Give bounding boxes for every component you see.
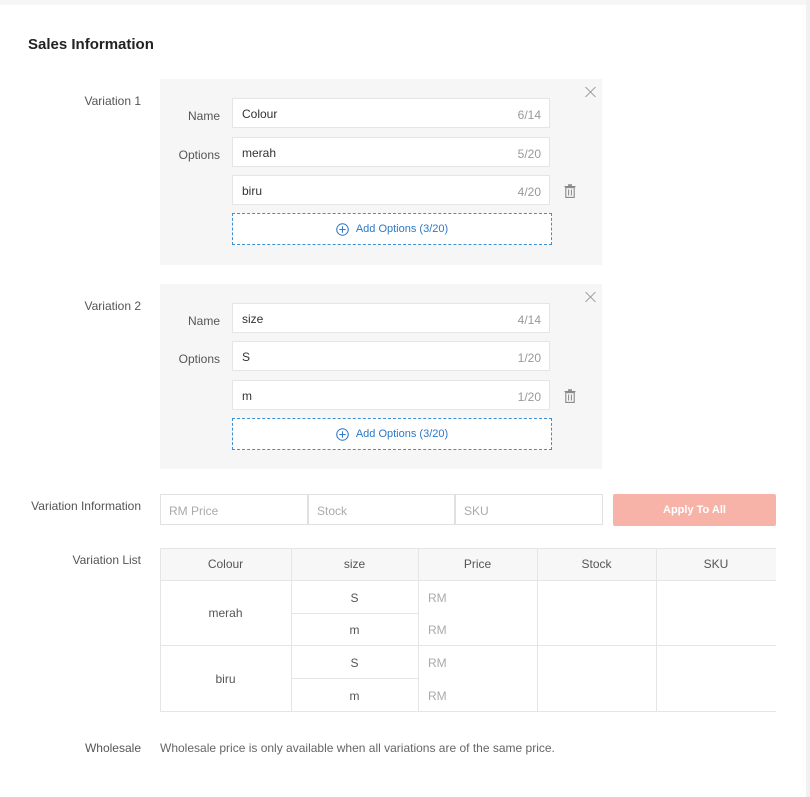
variation-1-option-input[interactable]: merah 5/20 xyxy=(232,137,550,167)
trash-icon[interactable] xyxy=(564,389,576,403)
size-cell: S xyxy=(350,656,359,670)
variation-2-name-value: size xyxy=(242,312,264,326)
stock-cell-input[interactable] xyxy=(537,646,656,712)
sku-placeholder: SKU xyxy=(464,504,489,518)
variation-1-name-value: Colour xyxy=(242,107,278,121)
add-options-button[interactable]: Add Options (3/20) xyxy=(232,418,552,450)
variation-2-name-input[interactable]: size 4/14 xyxy=(232,303,550,333)
variation-2-panel: Name size 4/14 Options S 1/20 m 1/20 Add… xyxy=(160,284,602,469)
variation-1-name-input[interactable]: Colour 6/14 xyxy=(232,98,550,128)
char-counter: 5/20 xyxy=(517,147,541,161)
table-header: Price xyxy=(463,557,492,571)
sku-cell-input[interactable] xyxy=(656,646,776,712)
price-cell-input[interactable]: RM xyxy=(428,623,447,637)
variation-2-label: Variation 2 xyxy=(84,299,141,313)
sku-input[interactable]: SKU xyxy=(455,494,603,525)
stock-cell-input[interactable] xyxy=(537,581,656,645)
plus-circle-icon xyxy=(336,222,349,236)
char-counter: 1/20 xyxy=(517,390,541,404)
variation-2-option-input[interactable]: m 1/20 xyxy=(232,380,550,410)
close-icon[interactable] xyxy=(585,86,597,98)
add-options-label: Add Options (3/20) xyxy=(355,223,449,235)
variation-2-name-label: Name xyxy=(187,314,220,328)
variation-information-label: Variation Information xyxy=(31,499,141,513)
char-counter: 6/14 xyxy=(517,108,541,122)
price-cell-input[interactable]: RM xyxy=(428,689,447,703)
plus-circle-icon xyxy=(336,427,349,441)
option-value: biru xyxy=(242,184,263,198)
stock-input[interactable]: Stock xyxy=(308,494,455,525)
colour-cell: merah xyxy=(208,606,243,620)
apply-to-all-button[interactable]: Apply To All xyxy=(613,494,776,526)
variation-2-option-input[interactable]: S 1/20 xyxy=(232,341,550,371)
table-header: SKU xyxy=(703,557,729,571)
colour-cell: biru xyxy=(215,672,236,686)
variation-list-table: Colour size Price Stock SKU merah S RM m… xyxy=(160,548,776,712)
size-cell: S xyxy=(350,591,359,605)
option-value: merah xyxy=(242,146,277,160)
price-input[interactable]: RM Price xyxy=(160,494,308,525)
price-cell-input[interactable]: RM xyxy=(428,591,447,605)
price-placeholder: RM Price xyxy=(169,504,219,518)
variation-1-panel: Name Colour 6/14 Options merah 5/20 biru… xyxy=(160,79,602,265)
char-counter: 1/20 xyxy=(517,351,541,365)
price-cell-input[interactable]: RM xyxy=(428,656,447,670)
sku-cell-input[interactable] xyxy=(656,581,776,645)
variation-2-options-label: Options xyxy=(178,352,220,366)
page-scrollbar[interactable] xyxy=(806,0,810,797)
table-header: Colour xyxy=(207,557,244,571)
wholesale-message: Wholesale price is only available when a… xyxy=(160,741,555,755)
trash-icon[interactable] xyxy=(564,184,576,198)
wholesale-label: Wholesale xyxy=(84,741,141,755)
variation-list-label: Variation List xyxy=(72,553,141,567)
variation-1-label: Variation 1 xyxy=(84,94,141,108)
sales-information-card: Sales Information Variation 1 Name Colou… xyxy=(0,5,806,797)
variation-1-option-input[interactable]: biru 4/20 xyxy=(232,175,550,205)
size-cell: m xyxy=(349,689,360,703)
close-icon[interactable] xyxy=(585,291,597,303)
section-title: Sales Information xyxy=(28,36,154,53)
variation-1-options-label: Options xyxy=(178,148,220,162)
size-cell: m xyxy=(349,623,360,637)
add-options-label: Add Options (3/20) xyxy=(355,428,449,440)
add-options-button[interactable]: Add Options (3/20) xyxy=(232,213,552,245)
table-header: Stock xyxy=(581,557,612,571)
variation-1-name-label: Name xyxy=(187,109,220,123)
stock-placeholder: Stock xyxy=(317,504,348,518)
option-value: m xyxy=(242,389,252,403)
option-value: S xyxy=(242,350,251,364)
char-counter: 4/14 xyxy=(517,313,541,327)
char-counter: 4/20 xyxy=(517,185,541,199)
table-header: size xyxy=(343,557,366,571)
